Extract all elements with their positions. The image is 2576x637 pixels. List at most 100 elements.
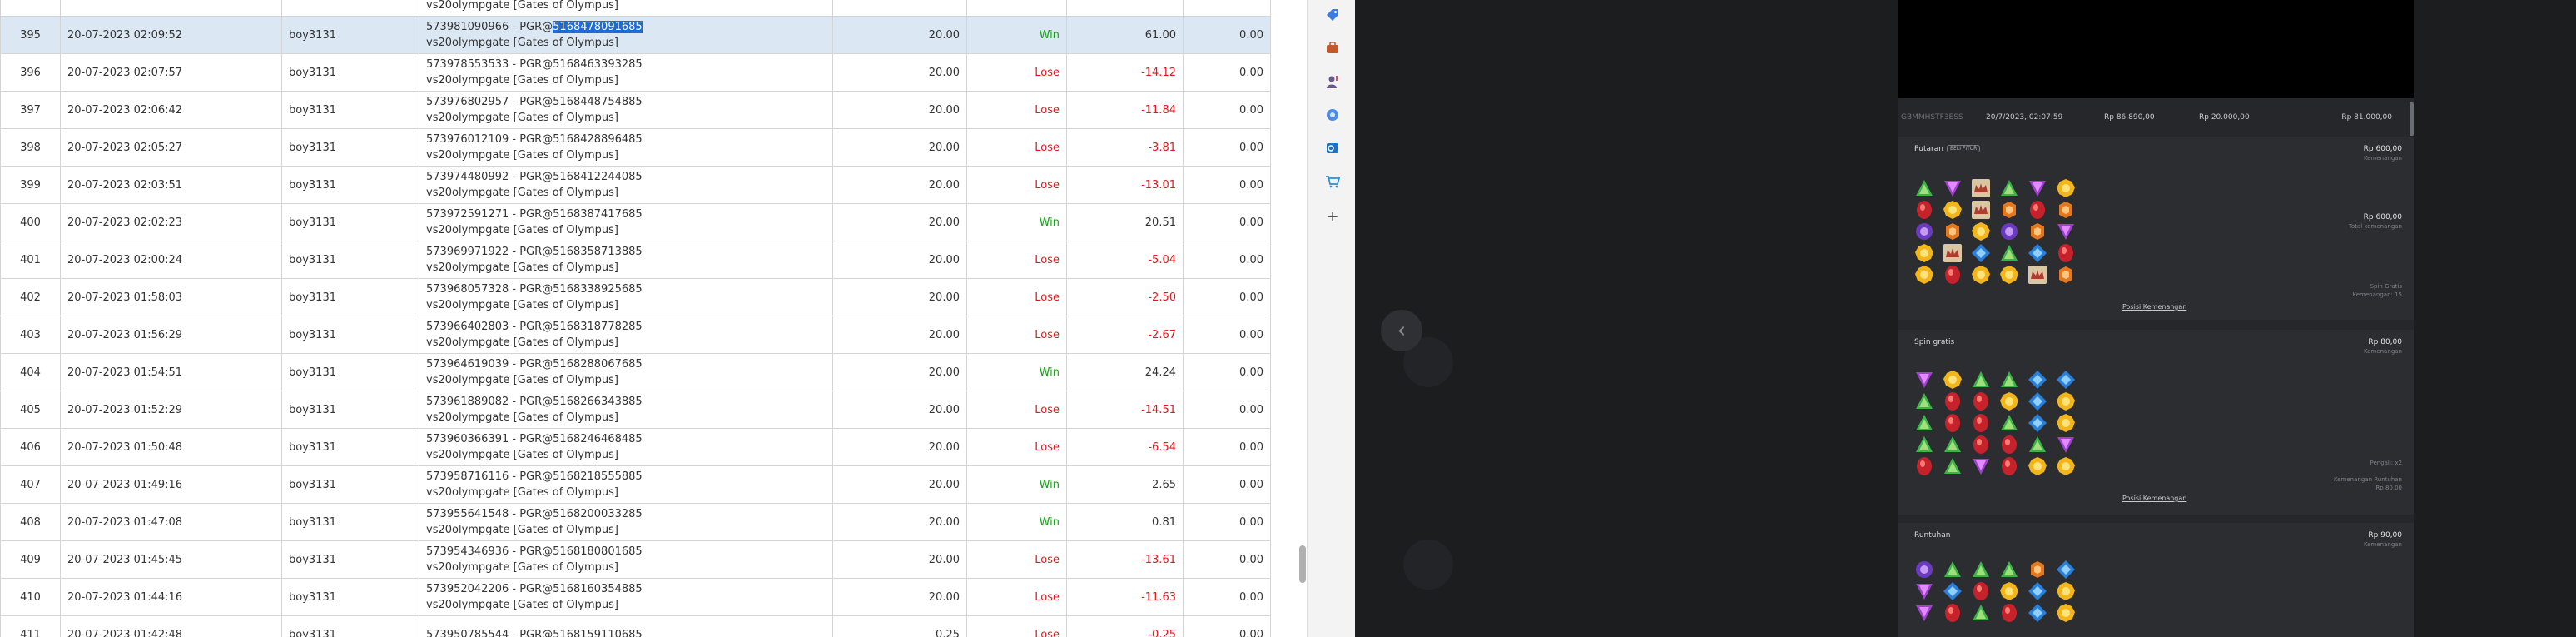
section-title: Putaran [1914, 145, 1943, 153]
row-bet: 20.00 [832, 166, 967, 204]
gear-icon[interactable] [1324, 107, 1341, 123]
section-free-spin: Spin gratis Rp 80,00 Kemenangan Pengali:… [1898, 330, 2414, 515]
table-row[interactable]: 399 20-07-2023 02:03:51 boy3131 57397448099… [0, 166, 1271, 204]
red-gem-icon [1971, 581, 1991, 601]
table-row[interactable]: 400 20-07-2023 02:02:23 boy3131 57397259127… [0, 203, 1271, 241]
reel-grid [1914, 178, 2082, 286]
row-number: 404 [0, 353, 61, 391]
table-row[interactable]: 397 20-07-2023 02:06:42 boy3131 57397680295… [0, 91, 1271, 129]
transaction-id: 573968057328 - PGR@5168338925685 [426, 283, 643, 296]
row-bet: 20.00 [832, 278, 967, 316]
green-tri-icon [1971, 560, 1991, 580]
game-name: vs20olympgate [Gates of Olympus] [426, 149, 618, 162]
bet-history-pane: vs20olympgate [Gates of Olympus] 395 20-07… [0, 0, 1307, 637]
win-position-link[interactable]: Posisi Kemenangan [2122, 303, 2186, 311]
table-row[interactable]: 402 20-07-2023 01:58:03 boy3131 57396805732… [0, 278, 1271, 316]
table-row[interactable]: 403 20-07-2023 01:56:29 boy3131 57396640280… [0, 316, 1271, 354]
orange-gem-icon [2056, 200, 2076, 220]
row-win-loss: 20.51 [1066, 203, 1184, 241]
transaction-id: 573969971922 - PGR@5168358713885 [426, 246, 643, 258]
row-result: Lose [966, 316, 1067, 354]
table-row[interactable]: 406 20-07-2023 01:50:48 boy3131 57396036639… [0, 428, 1271, 466]
row-jackpot: 0.00 [1183, 391, 1271, 429]
row-result: Lose [966, 91, 1067, 129]
cascade-win-label: Kemenangan Runtuhan [2334, 476, 2402, 483]
game-name: vs20olympgate [Gates of Olympus] [426, 187, 618, 199]
table-row[interactable]: 405 20-07-2023 01:52:29 boy3131 57396188908… [0, 391, 1271, 429]
table-row[interactable]: 407 20-07-2023 01:49:16 boy3131 57395871611… [0, 465, 1271, 504]
row-jackpot: 0.00 [1183, 91, 1271, 129]
row-username: boy3131 [281, 91, 419, 129]
table-row[interactable]: 401 20-07-2023 02:00:24 boy3131 57396997192… [0, 241, 1271, 279]
game-name: vs20olympgate [Gates of Olympus] [426, 599, 618, 611]
tag-icon[interactable] [1324, 7, 1341, 23]
table-row[interactable]: 395 20-07-2023 02:09:52 boy3131 57398109096… [0, 16, 1271, 54]
orange-gem-icon [1999, 200, 2019, 220]
row-username: boy3131 [281, 241, 419, 279]
person-icon[interactable] [1324, 73, 1341, 90]
table-row[interactable]: 396 20-07-2023 02:07:57 boy3131 57397855353… [0, 53, 1271, 92]
table-row[interactable]: 408 20-07-2023 01:47:08 boy3131 57395564154… [0, 503, 1271, 541]
row-transaction: 573955641548 - PGR@5168200033285 vs20olym… [419, 503, 833, 541]
transaction-id: 573966402803 - PGR@5168318778285 [426, 321, 643, 333]
row-win-loss: -13.61 [1066, 540, 1184, 579]
table-row[interactable]: 409 20-07-2023 01:45:45 boy3131 57395434693… [0, 540, 1271, 579]
crown-icon [2028, 265, 2047, 285]
row-date: 20-07-2023 01:54:51 [60, 353, 282, 391]
yellow-gem-icon [1999, 581, 2019, 601]
blue-gem-icon [2028, 603, 2047, 623]
plus-icon[interactable]: + [1324, 208, 1341, 226]
table-row[interactable]: vs20olympgate [Gates of Olympus] [0, 0, 1271, 17]
yellow-gem-icon [1999, 391, 2019, 411]
game-name: vs20olympgate [Gates of Olympus] [426, 37, 618, 49]
previous-button[interactable]: ‹ [1381, 310, 1422, 351]
reel-grid [1914, 560, 2082, 625]
section-amount-label: Kemenangan [2363, 348, 2402, 355]
transaction-id: 573955641548 - PGR@5168200033285 [426, 508, 643, 520]
purple-gem-icon [1914, 560, 1934, 580]
purple-gem-icon [1914, 221, 1934, 241]
row-win-loss: 24.24 [1066, 353, 1184, 391]
outlook-icon[interactable] [1324, 140, 1341, 157]
row-bet: 20.00 [832, 540, 967, 579]
row-number [0, 0, 61, 17]
table-row[interactable]: 404 20-07-2023 01:54:51 boy3131 57396461903… [0, 353, 1271, 391]
table-row[interactable]: 410 20-07-2023 01:44:16 boy3131 57395204220… [0, 578, 1271, 616]
row-number: 402 [0, 278, 61, 316]
total-win-value: Rp 600,00 [2363, 213, 2402, 221]
row-transaction: 573981090966 - PGR@5168478091685 vs20olym… [419, 16, 833, 54]
row-username [281, 0, 419, 17]
table-scrollbar[interactable] [1299, 545, 1306, 583]
table-row[interactable]: 398 20-07-2023 02:05:27 boy3131 57397601210… [0, 128, 1271, 167]
row-transaction: 573958716116 - PGR@5168218555885 vs20olym… [419, 465, 833, 504]
section-amount: Rp 600,00 [2363, 145, 2402, 153]
row-date: 20-07-2023 02:05:27 [60, 128, 282, 167]
green-tri-icon [1999, 370, 2019, 390]
win-position-link[interactable]: Posisi Kemenangan [2122, 495, 2186, 502]
green-tri-icon [1914, 435, 1934, 455]
row-jackpot: 0.00 [1183, 16, 1271, 54]
briefcase-icon[interactable] [1324, 40, 1341, 57]
row-win-loss: -13.01 [1066, 166, 1184, 204]
row-transaction: 573976802957 - PGR@5168448754885 vs20olym… [419, 91, 833, 129]
transaction-id: 573954346936 - PGR@5168180801685 [426, 545, 643, 558]
yellow-gem-icon [1999, 265, 2019, 285]
row-win-loss: -14.12 [1066, 53, 1184, 92]
blue-gem-icon [2028, 370, 2047, 390]
shopping-cart-icon[interactable] [1324, 173, 1341, 190]
table-row[interactable]: 411 20-07-2023 01:42:48 boy3131 57395078554… [0, 615, 1271, 637]
red-gem-icon [1999, 456, 2019, 476]
game-name: vs20olympgate [Gates of Olympus] [426, 112, 618, 124]
row-result: Lose [966, 128, 1067, 167]
section-cascade: Runtuhan Rp 90,00 Kemenangan [1898, 523, 2414, 637]
row-win-loss: -11.84 [1066, 91, 1184, 129]
row-jackpot: 0.00 [1183, 316, 1271, 354]
transaction-id: 573964619039 - PGR@5168288067685 [426, 358, 643, 371]
section-amount: Rp 80,00 [2368, 338, 2402, 346]
red-gem-icon [1914, 456, 1934, 476]
row-username: boy3131 [281, 16, 419, 54]
row-date: 20-07-2023 01:45:45 [60, 540, 282, 579]
row-result: Win [966, 503, 1067, 541]
row-result: Win [966, 16, 1067, 54]
yellow-gem-icon [1971, 265, 1991, 285]
